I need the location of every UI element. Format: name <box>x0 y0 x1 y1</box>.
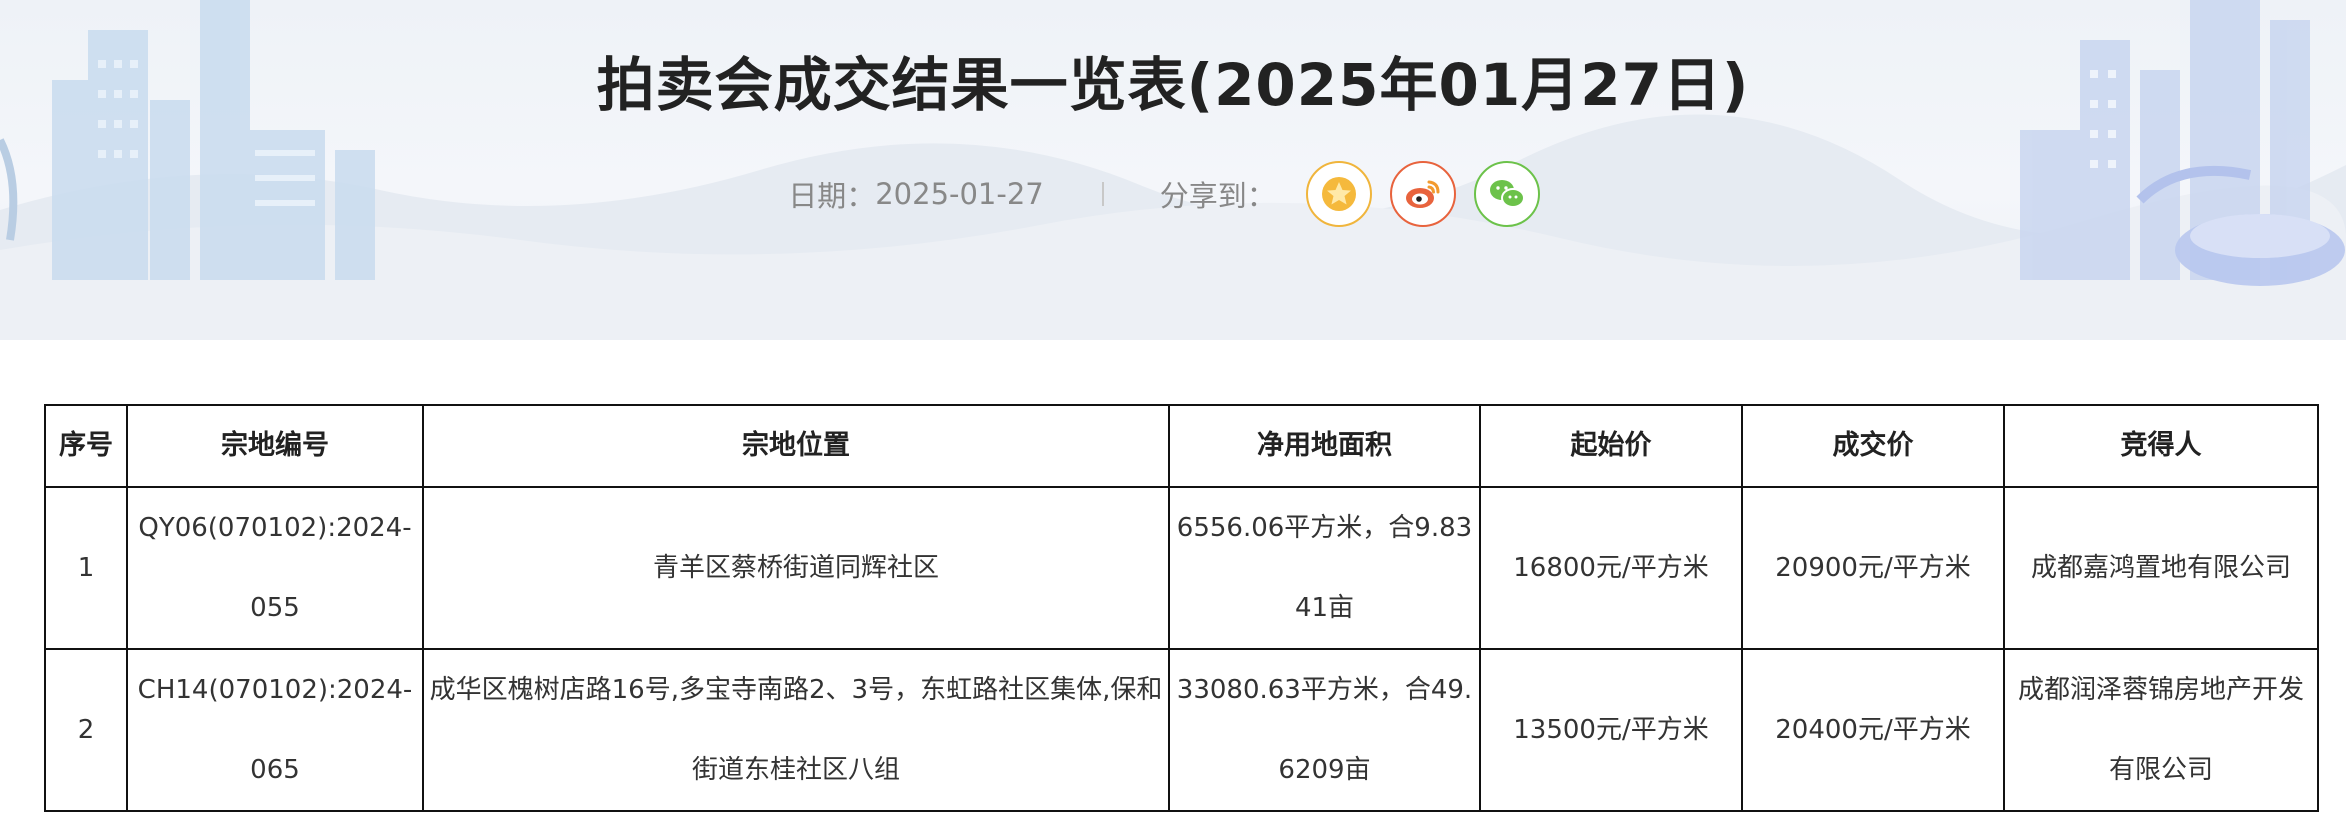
header-cell: 净用地面积 <box>1168 404 1481 488</box>
table-row: 1 QY06(070102):2024-055 青羊区蔡桥街道同辉社区 6556… <box>44 486 2319 650</box>
cell-area: 6556.06平方米，合9.8341亩 <box>1168 486 1481 650</box>
cell-index: 1 <box>44 486 128 650</box>
share-wechat-button[interactable] <box>1473 161 1540 227</box>
header-cell: 竞得人 <box>2003 404 2319 488</box>
cell-starting-price: 16800元/平方米 <box>1479 486 1743 650</box>
cell-parcel-id: QY06(070102):2024-055 <box>126 486 424 650</box>
share-weibo-button[interactable] <box>1389 161 1456 227</box>
share-favorite-button[interactable] <box>1305 161 1372 227</box>
page-header: 拍卖会成交结果一览表(2025年01月27日) 日期： 2025-01-27 分… <box>0 0 2346 340</box>
cell-final-price: 20900元/平方米 <box>1741 486 2005 650</box>
header-cell: 成交价 <box>1741 404 2005 488</box>
cell-winner: 成都嘉鸿置地有限公司 <box>2003 486 2319 650</box>
cell-area: 33080.63平方米，合49.6209亩 <box>1168 648 1481 812</box>
wechat-icon <box>1489 180 1525 208</box>
cell-starting-price: 13500元/平方米 <box>1479 648 1743 812</box>
cell-parcel-id: CH14(070102):2024-065 <box>126 648 424 812</box>
header-cell: 宗地编号 <box>126 404 424 488</box>
cell-winner: 成都润泽蓉锦房地产开发有限公司 <box>2003 648 2319 812</box>
cell-index: 2 <box>44 648 128 812</box>
cell-final-price: 20400元/平方米 <box>1741 648 2005 812</box>
cell-location: 青羊区蔡桥街道同辉社区 <box>422 486 1170 650</box>
weibo-icon <box>1405 180 1440 208</box>
header-cell: 宗地位置 <box>422 404 1170 488</box>
date-label: 日期： <box>788 179 876 213</box>
meta-divider <box>1101 182 1104 206</box>
cell-location: 成华区槐树店路16号,多宝寺南路2、3号，东虹路社区集体,保和街道东桂社区八组 <box>422 648 1170 812</box>
results-table-container: 序号 宗地编号 宗地位置 净用地面积 起始价 成交价 竞得人 1 QY06(07… <box>44 404 2319 812</box>
header-cell: 起始价 <box>1479 404 1743 488</box>
meta-row: 日期： 2025-01-27 分享到： <box>0 158 2346 230</box>
header-cell: 序号 <box>44 404 128 488</box>
page-title: 拍卖会成交结果一览表(2025年01月27日) <box>596 51 1750 119</box>
date-value: 2025-01-27 <box>875 177 1044 211</box>
table-row: 2 CH14(070102):2024-065 成华区槐树店路16号,多宝寺南路… <box>44 648 2319 812</box>
table-header-row: 序号 宗地编号 宗地位置 净用地面积 起始价 成交价 竞得人 <box>44 404 2319 488</box>
favorite-star-icon <box>1321 177 1356 211</box>
share-label: 分享到： <box>1159 179 1276 213</box>
auction-results-table: 序号 宗地编号 宗地位置 净用地面积 起始价 成交价 竞得人 1 QY06(07… <box>44 404 2319 812</box>
